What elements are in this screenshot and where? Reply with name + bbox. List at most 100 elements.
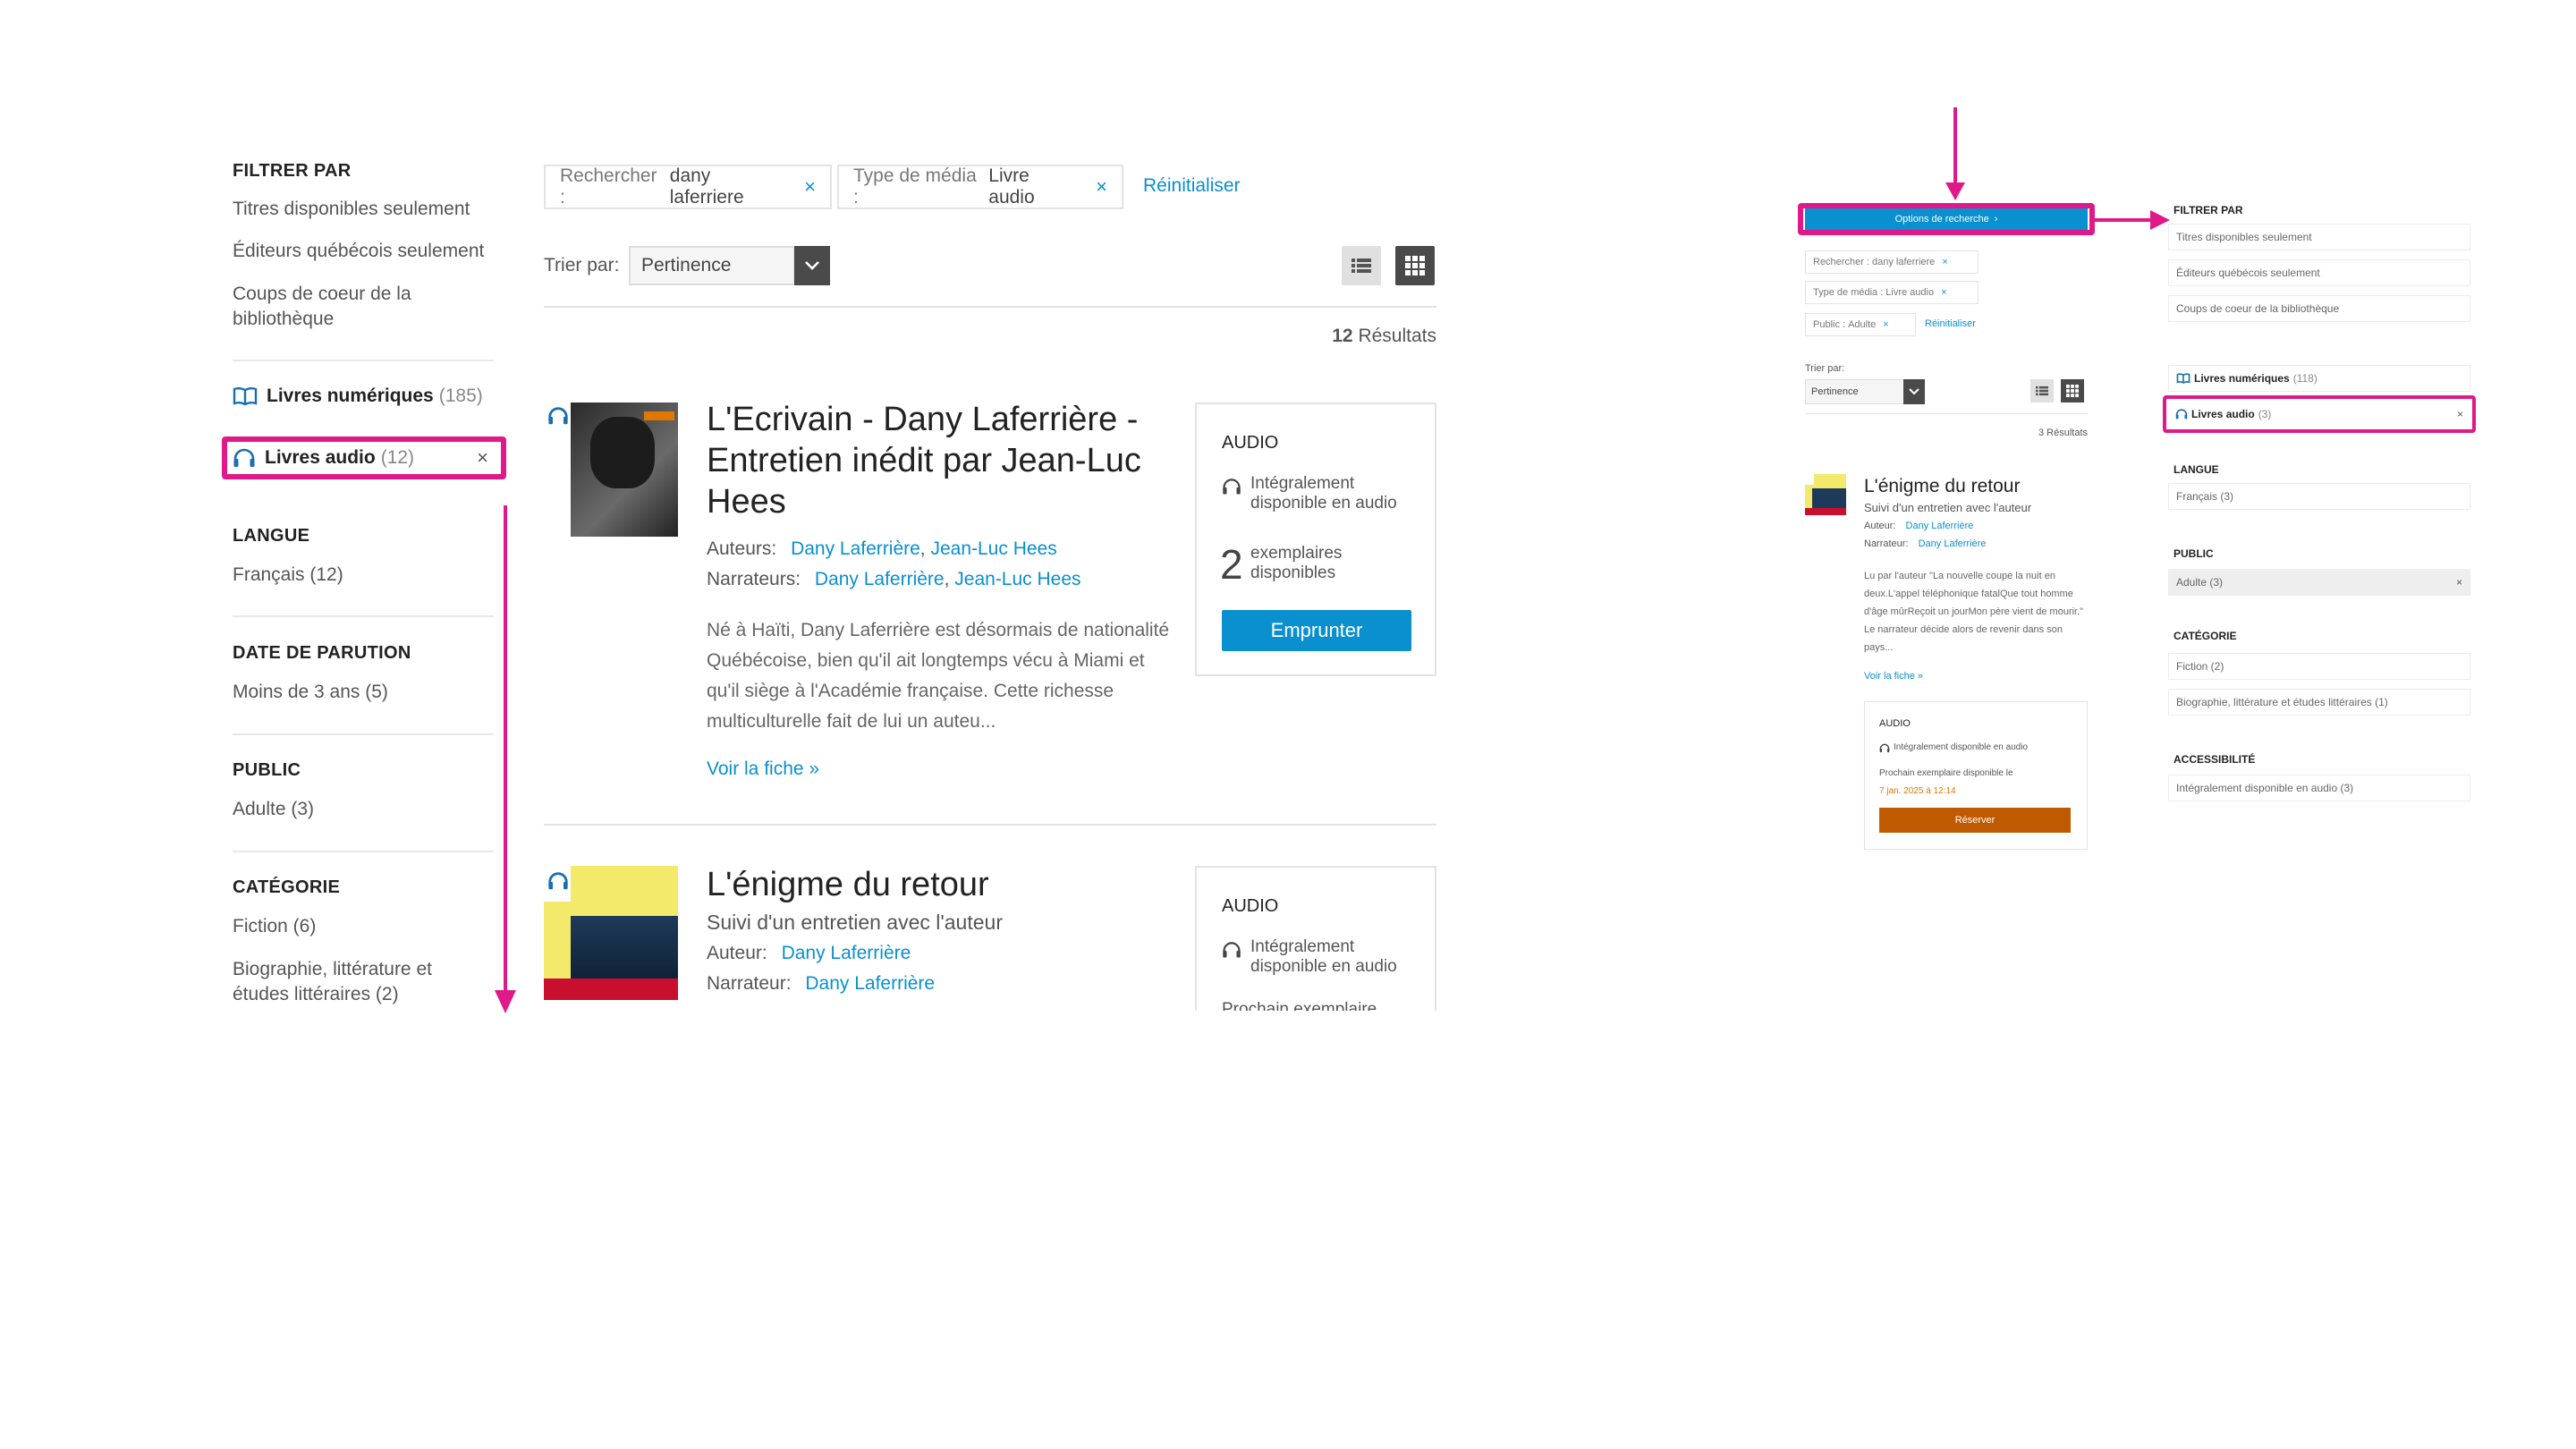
chip-key: Rechercher :: [1813, 257, 1869, 267]
filter-ebooks[interactable]: Livres numériques (185): [233, 376, 483, 417]
remove-filter-icon[interactable]: ×: [2457, 408, 2463, 420]
results-count: 12 Résultats: [1252, 326, 1436, 347]
headphones-icon: [548, 407, 568, 425]
remove-chip-icon[interactable]: ×: [1942, 257, 1947, 267]
filter-quebec-publishers[interactable]: Éditeurs québécois seulement: [233, 239, 484, 264]
filter-ebooks-count: (185): [438, 386, 483, 406]
book-cover[interactable]: [544, 402, 678, 537]
divider: [233, 615, 494, 617]
filter-biography[interactable]: Biographie, littérature et études littér…: [233, 957, 456, 1007]
filter-date-item[interactable]: Moins de 3 ans (5): [233, 680, 388, 705]
mobile-book-cover[interactable]: [1805, 474, 1846, 515]
filter-favorites[interactable]: Coups de coeur de la bibliothèque: [233, 282, 438, 332]
search-options-button[interactable]: Options de recherche ›: [1805, 208, 2088, 230]
authors-label: Auteur:: [707, 943, 767, 963]
mobile-langue-heading: LANGUE: [2174, 463, 2219, 476]
headphones-icon: [2175, 409, 2188, 419]
ebooks-label: Livres numériques: [2194, 372, 2290, 385]
result-title[interactable]: L'Ecrivain - Dany Laferrière - Entretien…: [707, 399, 1190, 522]
availability-card: AUDIO Intégralement disponible en audio …: [1195, 866, 1436, 1011]
grid-icon: [2066, 385, 2079, 397]
narrator-link[interactable]: Dany Laferrière: [815, 569, 945, 589]
sort-value: Pertinence: [641, 255, 732, 275]
chip-key: Type de média :: [1813, 287, 1884, 298]
remove-chip-icon[interactable]: ×: [804, 175, 816, 199]
filter-audiobooks[interactable]: Livres audio (12) ×: [233, 437, 492, 479]
chip-value: Livre audio: [1885, 287, 1935, 298]
audiobooks-count: (3): [2258, 408, 2272, 420]
mobile-sort-select[interactable]: Pertinence: [1805, 379, 1905, 404]
list-icon: [2036, 386, 2048, 396]
remove-filter-icon[interactable]: ×: [477, 446, 488, 470]
result-authors: Auteurs: Dany Laferrière, Jean-Luc Hees: [707, 538, 1057, 559]
mobile-book-title[interactable]: L'énigme du retour: [1864, 476, 2020, 497]
mobile-filter-ebooks[interactable]: Livres numériques (118): [2168, 365, 2470, 392]
list-icon: [1352, 258, 1371, 273]
search-chip-query[interactable]: Rechercher : dany laferriere ×: [544, 165, 832, 209]
mobile-book-more-link[interactable]: Voir la fiche »: [1864, 671, 1923, 682]
book-cover[interactable]: [544, 866, 678, 1000]
search-options-label: Options de recherche: [1894, 214, 1989, 225]
narrator-link[interactable]: Jean-Luc Hees: [954, 569, 1080, 589]
mobile-filter-heading: FILTRER PAR: [2174, 204, 2243, 216]
reserve-button[interactable]: Réserver: [1879, 808, 2071, 833]
narrator-link[interactable]: Dany Laferrière: [805, 973, 935, 994]
filter-public-item[interactable]: Adulte (3): [233, 797, 314, 822]
mobile-filter-quebec[interactable]: Éditeurs québécois seulement: [2168, 259, 2470, 286]
mobile-sort-dropdown[interactable]: [1903, 379, 1925, 404]
divider: [233, 360, 494, 361]
filter-audiobooks-count: (12): [380, 447, 415, 468]
author-link[interactable]: Dany Laferrière: [782, 943, 911, 963]
author-link[interactable]: Dany Laferrière: [791, 538, 920, 559]
remove-chip-icon[interactable]: ×: [1883, 319, 1888, 330]
next-copy-label: Prochain exemplaire: [1222, 1000, 1377, 1011]
format-label: AUDIO: [1222, 896, 1279, 916]
author-link[interactable]: Dany Laferrière: [1906, 521, 1974, 531]
result-subtitle: Suivi d'un entretien avec l'auteur: [707, 911, 1003, 934]
narrator-label: Narrateur:: [1864, 538, 1909, 549]
mobile-book-description: Lu par l'auteur "La nouvelle coupe la nu…: [1864, 571, 2084, 653]
result-divider: [544, 824, 1436, 826]
list-view-button[interactable]: [1342, 246, 1381, 285]
sort-dropdown-button[interactable]: [794, 246, 830, 285]
mobile-filter-fiction[interactable]: Fiction (2): [2168, 653, 2470, 680]
remove-filter-icon[interactable]: ×: [2456, 576, 2462, 589]
narrator-link[interactable]: Dany Laferrière: [1919, 538, 1987, 549]
mobile-results-count: 3 Résultats: [2038, 428, 2088, 438]
open-book-icon: [2176, 373, 2190, 384]
result-title[interactable]: L'énigme du retour: [707, 864, 1208, 905]
mobile-filter-biography[interactable]: Biographie, littérature et études littér…: [2168, 689, 2470, 716]
chip-value: dany laferriere: [669, 165, 744, 208]
mobile-divider: [1805, 413, 2088, 414]
narrators-label: Narrateur:: [707, 973, 792, 994]
search-chip-media[interactable]: Type de média : Livre audio ×: [837, 165, 1123, 209]
mobile-filter-audiobooks[interactable]: Livres audio (3) ×: [2168, 401, 2470, 428]
mobile-list-view-button[interactable]: [2030, 379, 2054, 402]
sort-select[interactable]: Pertinence: [629, 246, 795, 285]
mobile-chip-public[interactable]: Public : Adulte ×: [1805, 313, 1916, 336]
filter-langue-item[interactable]: Français (12): [233, 563, 343, 588]
mobile-filter-accessibilite[interactable]: Intégralement disponible en audio (3): [2168, 775, 2470, 801]
headphones-icon: [1879, 743, 1890, 753]
borrow-button[interactable]: Emprunter: [1222, 610, 1411, 651]
author-link[interactable]: Jean-Luc Hees: [930, 538, 1056, 559]
mobile-chip-query[interactable]: Rechercher : dany laferriere ×: [1805, 250, 1979, 274]
mobile-grid-view-button[interactable]: [2061, 379, 2084, 402]
availability-text: Intégralement disponible en audio: [1894, 742, 2029, 752]
mobile-filter-favorites[interactable]: Coups de coeur de la bibliothèque: [2168, 295, 2470, 322]
grid-view-button[interactable]: [1395, 246, 1435, 285]
chevron-down-icon: [1909, 388, 1919, 395]
filter-fiction[interactable]: Fiction (6): [233, 914, 316, 939]
result-narrators: Narrateur: Dany Laferrière: [707, 973, 935, 995]
remove-chip-icon[interactable]: ×: [1941, 287, 1946, 298]
mobile-chip-media[interactable]: Type de média : Livre audio ×: [1805, 281, 1979, 304]
result-more-link[interactable]: Voir la fiche »: [707, 758, 819, 780]
remove-chip-icon[interactable]: ×: [1096, 175, 1107, 199]
reset-link[interactable]: Réinitialiser: [1143, 175, 1241, 197]
format-label: AUDIO: [1879, 718, 1911, 729]
mobile-filter-public[interactable]: Adulte (3) ×: [2168, 569, 2470, 596]
mobile-filter-available[interactable]: Titres disponibles seulement: [2168, 224, 2470, 250]
mobile-filter-langue[interactable]: Français (3): [2168, 483, 2470, 510]
mobile-reset-link[interactable]: Réinitialiser: [1925, 318, 1976, 329]
filter-available-only[interactable]: Titres disponibles seulement: [233, 197, 470, 222]
